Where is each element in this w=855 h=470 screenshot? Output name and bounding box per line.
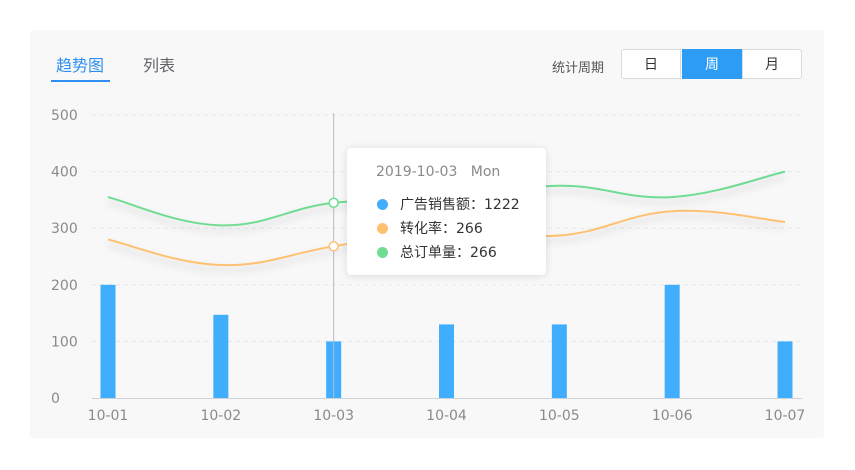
- orders-dot-icon: [377, 246, 388, 258]
- tooltip-row-conversion: 转化率：266: [377, 219, 483, 237]
- tooltip-weekday: Mon: [470, 164, 501, 180]
- sales-dot-icon: [377, 198, 388, 210]
- tooltip-row-orders: 总订单量：266: [377, 243, 497, 261]
- x-tick-label: 10-01: [88, 408, 129, 424]
- bar: [664, 284, 680, 398]
- tooltip-row-sales: 广告销售额：1222: [377, 195, 520, 213]
- conversion-dot-icon: [377, 222, 388, 234]
- x-tick-label: 10-04: [426, 408, 467, 424]
- chart-tooltip: 2019-10-03 Mon 广告销售额：1222 转化率：266 总订单量：2…: [347, 148, 546, 275]
- bar: [100, 284, 116, 398]
- bar: [551, 324, 567, 398]
- hover-point: [328, 241, 339, 252]
- tooltip-date-value: 2019-10-03: [376, 164, 458, 180]
- y-tick-label: 400: [51, 165, 78, 181]
- bar: [439, 324, 454, 398]
- tooltip-sales-text: 广告销售额：1222: [400, 197, 520, 213]
- tooltip-orders-text: 总订单量：266: [400, 245, 497, 261]
- tooltip-conversion-text: 转化率：266: [400, 221, 483, 237]
- y-tick-label: 300: [51, 221, 78, 237]
- x-tick-label: 10-07: [765, 408, 806, 424]
- y-tick-label: 200: [51, 278, 78, 294]
- hover-point: [328, 197, 339, 208]
- tooltip-date: 2019-10-03 Mon: [376, 164, 500, 180]
- x-tick-label: 10-02: [200, 408, 241, 424]
- x-tick-label: 10-06: [652, 408, 693, 424]
- bar: [213, 314, 229, 398]
- x-tick-label: 10-03: [313, 408, 354, 424]
- bar: [777, 341, 793, 398]
- y-tick-label: 500: [51, 108, 78, 124]
- y-tick-label: 100: [51, 334, 78, 350]
- x-tick-label: 10-05: [539, 408, 580, 424]
- y-tick-label: 0: [51, 391, 60, 407]
